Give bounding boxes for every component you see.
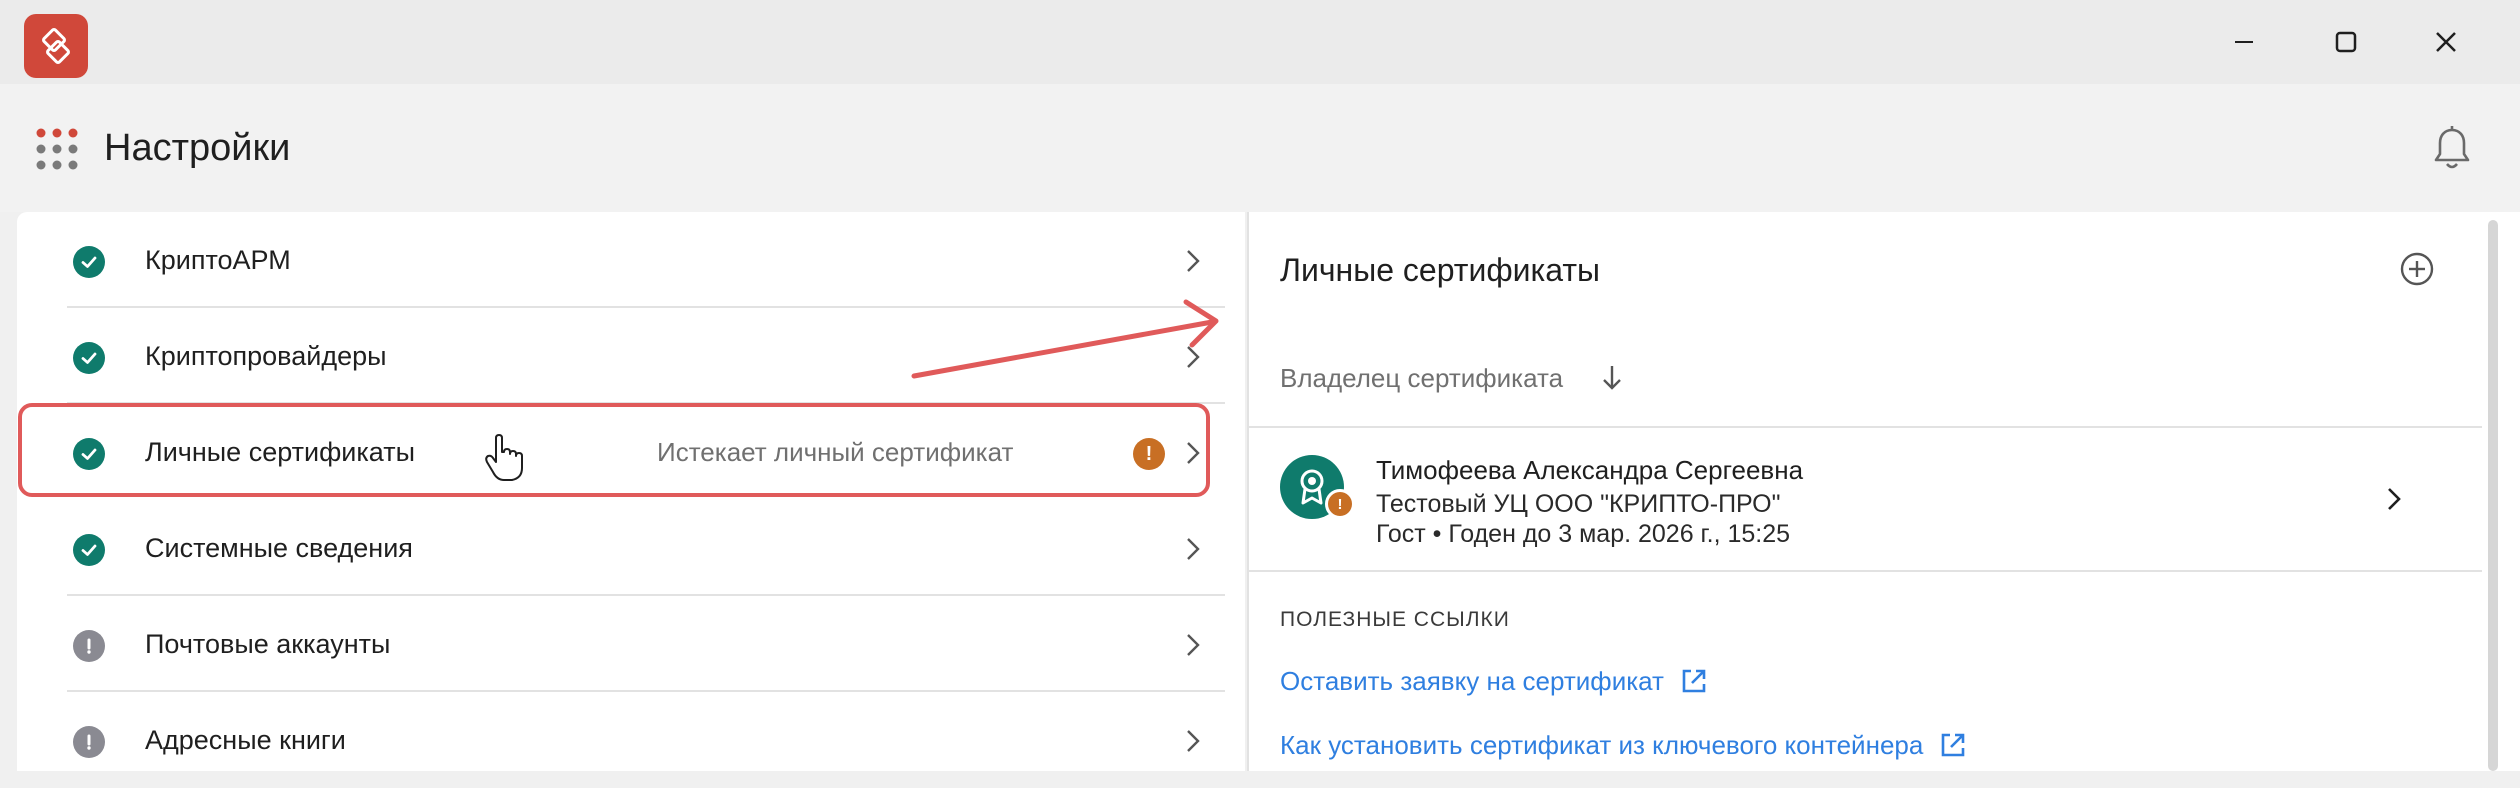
check-circle-icon [73,246,105,278]
link-label: Как установить сертификат из ключевого к… [1280,730,1924,760]
chevron-right-icon [1187,250,1200,272]
plus-circle-icon[interactable] [2398,250,2436,288]
chevron-right-icon [2388,488,2401,510]
sidebar-item-label: КриптоАРМ [145,245,291,275]
sidebar-item-cryptoarm[interactable]: КриптоАРМ [47,212,1225,308]
header [0,84,2520,212]
hand-pointer-icon [485,434,523,481]
selection-highlight [18,403,1210,497]
sidebar-item-cryptoproviders[interactable]: Криптопровайдеры [47,308,1225,404]
bell-icon[interactable] [2430,124,2474,172]
exclamation-circle-icon [73,630,105,662]
external-link-icon [1942,733,1965,757]
maximize-icon [2335,31,2357,53]
maximize-button[interactable] [2314,14,2378,70]
chevron-right-icon [1187,346,1200,368]
link-request-certificate[interactable]: Оставить заявку на сертификат [1280,661,1710,701]
external-link-icon [1682,669,1706,693]
divider [1249,426,2482,428]
sidebar-item-mail-accounts[interactable]: Почтовые аккаунты [47,596,1225,692]
arrow-down-icon[interactable] [1600,360,1624,394]
sidebar-item-label: Почтовые аккаунты [145,629,391,659]
apps-grid-icon[interactable] [36,128,78,170]
scrollbar[interactable] [2488,220,2498,771]
chevron-right-icon [1187,730,1200,752]
chevron-right-icon [1187,538,1200,560]
chevron-right-icon [1187,634,1200,656]
link-install-from-container[interactable]: Как установить сертификат из ключевого к… [1280,725,1969,765]
certificate-validity: Гост • Годен до 3 мар. 2026 г., 15:25 [1376,520,1791,548]
minimize-button[interactable] [2212,14,2276,70]
divider [1249,570,2482,572]
detail-title: Личные сертификаты [1280,252,1600,288]
certificate-owner: Тимофеева Александра Сергеевна [1376,455,1804,485]
sidebar-item-system-info[interactable]: Системные сведения [47,500,1225,596]
useful-links-heading: ПОЛЕЗНЫЕ ССЫЛКИ [1280,608,1510,631]
check-circle-icon [73,342,105,374]
close-button[interactable] [2414,14,2478,70]
minimize-icon [2235,41,2253,43]
sidebar-item-label: Адресные книги [145,725,346,755]
app-logo-icon [24,14,88,78]
check-circle-icon [73,534,105,566]
link-label: Оставить заявку на сертификат [1280,666,1664,696]
sidebar-item-label: Криптопровайдеры [145,341,387,371]
sort-by-owner-label[interactable]: Владелец сертификата [1280,358,1563,398]
close-icon [2436,32,2456,52]
exclamation-circle-icon [73,726,105,758]
page-title: Настройки [104,127,291,169]
warning-badge-icon: ! [1325,489,1355,519]
sidebar-item-label: Системные сведения [145,533,413,563]
sidebar-item-address-books[interactable]: Адресные книги [47,692,1225,788]
title-bar [0,0,2520,84]
